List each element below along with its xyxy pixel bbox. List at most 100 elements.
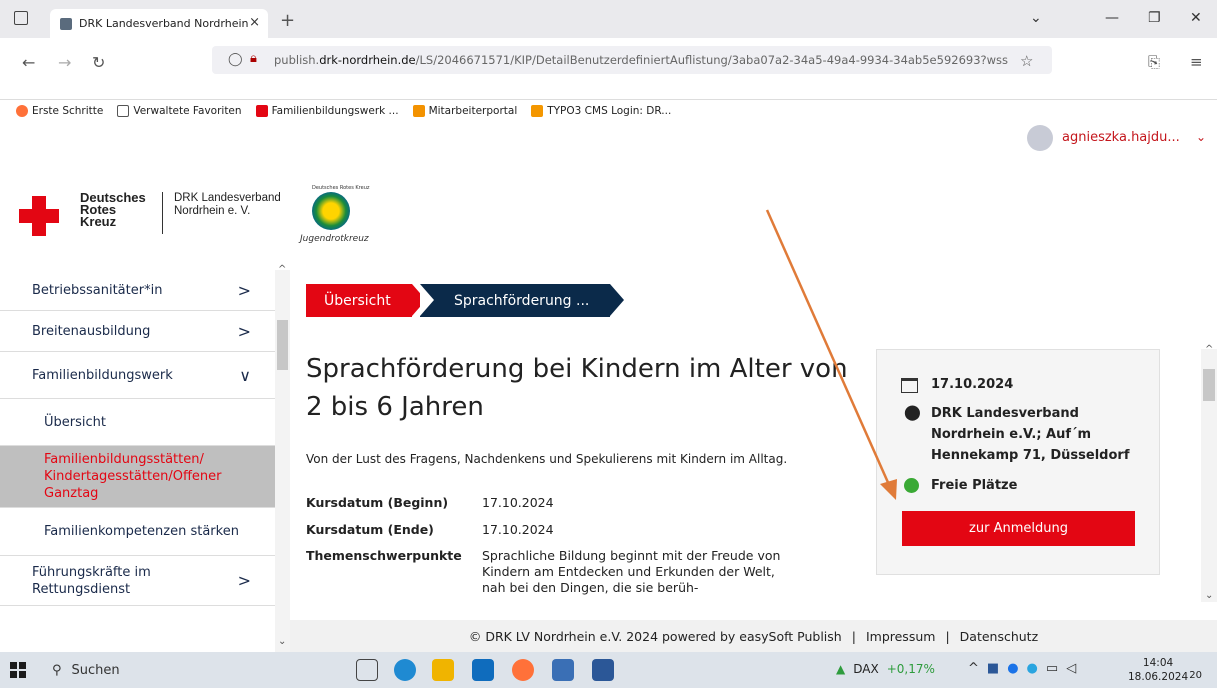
bookmark-label: Mitarbeiterportal [428, 105, 518, 117]
sidebar-item-familienbildungswerk[interactable]: Familienbildungswerk ∨ [0, 352, 275, 399]
notification-icon[interactable]: 20 [1180, 661, 1202, 681]
course-subtitle: Von der Lust des Fragens, Nachdenkens un… [306, 452, 788, 466]
file-explorer-icon[interactable] [432, 659, 454, 681]
bookmark-item[interactable]: Verwaltete Favoriten [117, 105, 242, 117]
sidebar-item-uebersicht[interactable]: Übersicht [0, 399, 275, 446]
url-prefix: publish. [274, 53, 320, 67]
logo-divider [162, 192, 163, 234]
extensions-icon[interactable]: ⎘ [1148, 53, 1160, 71]
sidebar-item-label: Breitenausbildung [32, 323, 151, 339]
edge-icon[interactable] [394, 659, 416, 681]
jrk-caption: Deutsches Rotes Kreuz [312, 185, 370, 191]
chevron-up-icon[interactable]: ^ [968, 661, 979, 676]
outlook-icon[interactable] [472, 659, 494, 681]
tab-close-icon[interactable]: × [249, 15, 260, 30]
main-scrollbar-thumb[interactable] [1203, 369, 1215, 401]
logo-org-name[interactable]: Deutsches Rotes Kreuz [80, 191, 160, 229]
url-domain: drk-nordrhein.de [319, 53, 416, 67]
menu-icon[interactable]: ≡ [1190, 53, 1203, 71]
detail-key: Kursdatum (Ende) [306, 522, 434, 537]
footer-datenschutz-link[interactable]: Datenschutz [960, 629, 1039, 644]
logo-line: Kreuz [80, 214, 117, 229]
red-cross-icon [255, 105, 268, 117]
register-button[interactable]: zur Anmeldung [902, 511, 1135, 546]
chevron-down-icon[interactable]: ⌄ [1196, 130, 1206, 144]
word-icon[interactable] [592, 659, 614, 681]
scroll-up-icon[interactable]: ^ [278, 264, 286, 275]
logo-line: DRK Landesverband [174, 192, 281, 204]
sidebar-item-fuehrungskraefte[interactable]: Führungskräfte im Rettungsdienst > [0, 556, 275, 606]
logo-branch-name: DRK Landesverband Nordrhein e. V. [174, 192, 304, 218]
avatar[interactable] [1027, 125, 1053, 151]
taskbar-search-label: Suchen [71, 662, 120, 678]
bookmark-item[interactable]: Erste Schritte [16, 105, 103, 117]
scroll-down-icon[interactable]: ⌄ [278, 636, 286, 647]
location-pin-icon: ⬤ [904, 403, 921, 421]
restore-icon[interactable]: ❐ [1148, 10, 1161, 26]
breadcrumb-current: Sprachförderung ... [420, 284, 610, 317]
logo-line: Nordrhein e. V. [174, 205, 251, 217]
jugendrotkreuz-logo-icon[interactable] [312, 192, 350, 230]
sidebar-item-betriebssanitaeter[interactable]: Betriebssanitäter*in > [0, 270, 275, 311]
sidebar-item-label: Übersicht [44, 414, 106, 430]
bookmark-item[interactable]: TYPO3 CMS Login: DR... [531, 105, 671, 117]
footer-impressum-link[interactable]: Impressum [866, 629, 935, 644]
chrome-tray-icon[interactable]: ● [1007, 661, 1018, 676]
scroll-down-icon[interactable]: ⌄ [1205, 590, 1213, 601]
network-icon[interactable]: ▭ [1046, 661, 1058, 676]
bookmark-item[interactable]: Mitarbeiterportal [412, 105, 518, 117]
stock-label: DAX [853, 662, 879, 676]
calendar-icon [901, 378, 918, 393]
breadcrumb-arrow [610, 284, 624, 316]
list-all-tabs-icon[interactable]: ⌄ [1030, 10, 1042, 26]
firefox-taskbar-icon[interactable] [512, 659, 534, 681]
detail-value: 17.10.2024 [482, 495, 554, 510]
bookmark-star-icon[interactable]: ☆ [1020, 52, 1033, 70]
url-bar[interactable]: publish. drk-nordrhein.de/LS/2046671571/K… [212, 46, 1052, 74]
jrk-wordmark: Jugendrotkreuz [300, 234, 369, 244]
course-date: 17.10.2024 [931, 377, 1014, 392]
sync-tray-icon[interactable]: ● [1027, 661, 1038, 676]
volume-icon[interactable]: ◁ [1066, 661, 1076, 676]
sidebar-item-breitenausbildung[interactable]: Breitenausbildung > [0, 311, 275, 352]
detail-value: 17.10.2024 [482, 522, 554, 537]
site-favicon-icon [60, 17, 72, 30]
sidebar-item-label: Familienkompetenzen stärken [44, 524, 239, 539]
bookmarks-bar: Erste Schritte Verwaltete Favoriten Fami… [0, 100, 1217, 122]
taskbar-search[interactable]: ⚲ Suchen [36, 655, 316, 685]
breadcrumb-uebersicht[interactable]: Übersicht [306, 284, 412, 317]
sidebar-item-familienkompetenzen[interactable]: Familienkompetenzen stärken [0, 508, 275, 556]
forward-icon[interactable]: → [58, 53, 71, 72]
tab-active[interactable]: DRK Landesverband Nordrhein × [50, 9, 268, 38]
windows-start-icon[interactable] [10, 662, 26, 678]
nav-bar: ← → ↻ publish. drk-nordrhein.de/LS/204667… [0, 38, 1217, 100]
back-icon[interactable]: ← [22, 53, 35, 72]
tab-list-icon[interactable] [14, 11, 28, 25]
new-tab-button[interactable]: + [280, 10, 295, 31]
firefox-icon [16, 105, 28, 117]
remote-app-icon[interactable] [552, 659, 574, 681]
detail-key: Kursdatum (Beginn) [306, 495, 449, 510]
lock-icon[interactable]: 🔒︎ [250, 51, 257, 66]
bookmark-item[interactable]: Familienbildungswerk ... [255, 105, 399, 117]
system-tray: ^ ■ ● ● ▭ ◁ [968, 661, 1076, 676]
taskbar: ⚲ Suchen ▲ DAX +0,17% ^ ■ ● ● ▭ ◁ 14:04 … [0, 652, 1217, 688]
app-tray-icon[interactable]: ■ [987, 661, 999, 676]
sidebar-item-label: Führungskräfte im Rettungsdienst [32, 564, 151, 597]
scroll-up-icon[interactable]: ^ [1205, 344, 1213, 355]
breadcrumb-notch [420, 284, 434, 316]
task-view-icon[interactable] [356, 659, 378, 681]
window-close-icon[interactable]: ✕ [1190, 10, 1202, 26]
stock-widget[interactable]: ▲ DAX +0,17% [836, 662, 935, 676]
url-path: /LS/2046671571/KIP/DetailBenutzerdefinie… [415, 53, 1009, 67]
shield-icon[interactable]: ◯ [228, 52, 243, 67]
bookmark-label: Erste Schritte [32, 105, 104, 117]
reload-icon[interactable]: ↻ [92, 53, 105, 72]
page-content: agnieszka.hajdu... ⌄ Deutsches Rotes Kre… [0, 122, 1217, 652]
minimize-icon[interactable]: — [1105, 10, 1119, 26]
course-address: DRK Landesverband Nordrhein e.V.; Auf´m … [931, 406, 1130, 463]
sidebar-scrollbar-thumb[interactable] [277, 320, 288, 370]
footer-separator: | [945, 628, 950, 644]
user-name[interactable]: agnieszka.hajdu... [1062, 130, 1180, 145]
sidebar-item-familienbildungsstaetten[interactable]: Familienbildungsstätten/ Kindertagesstät… [0, 446, 275, 508]
